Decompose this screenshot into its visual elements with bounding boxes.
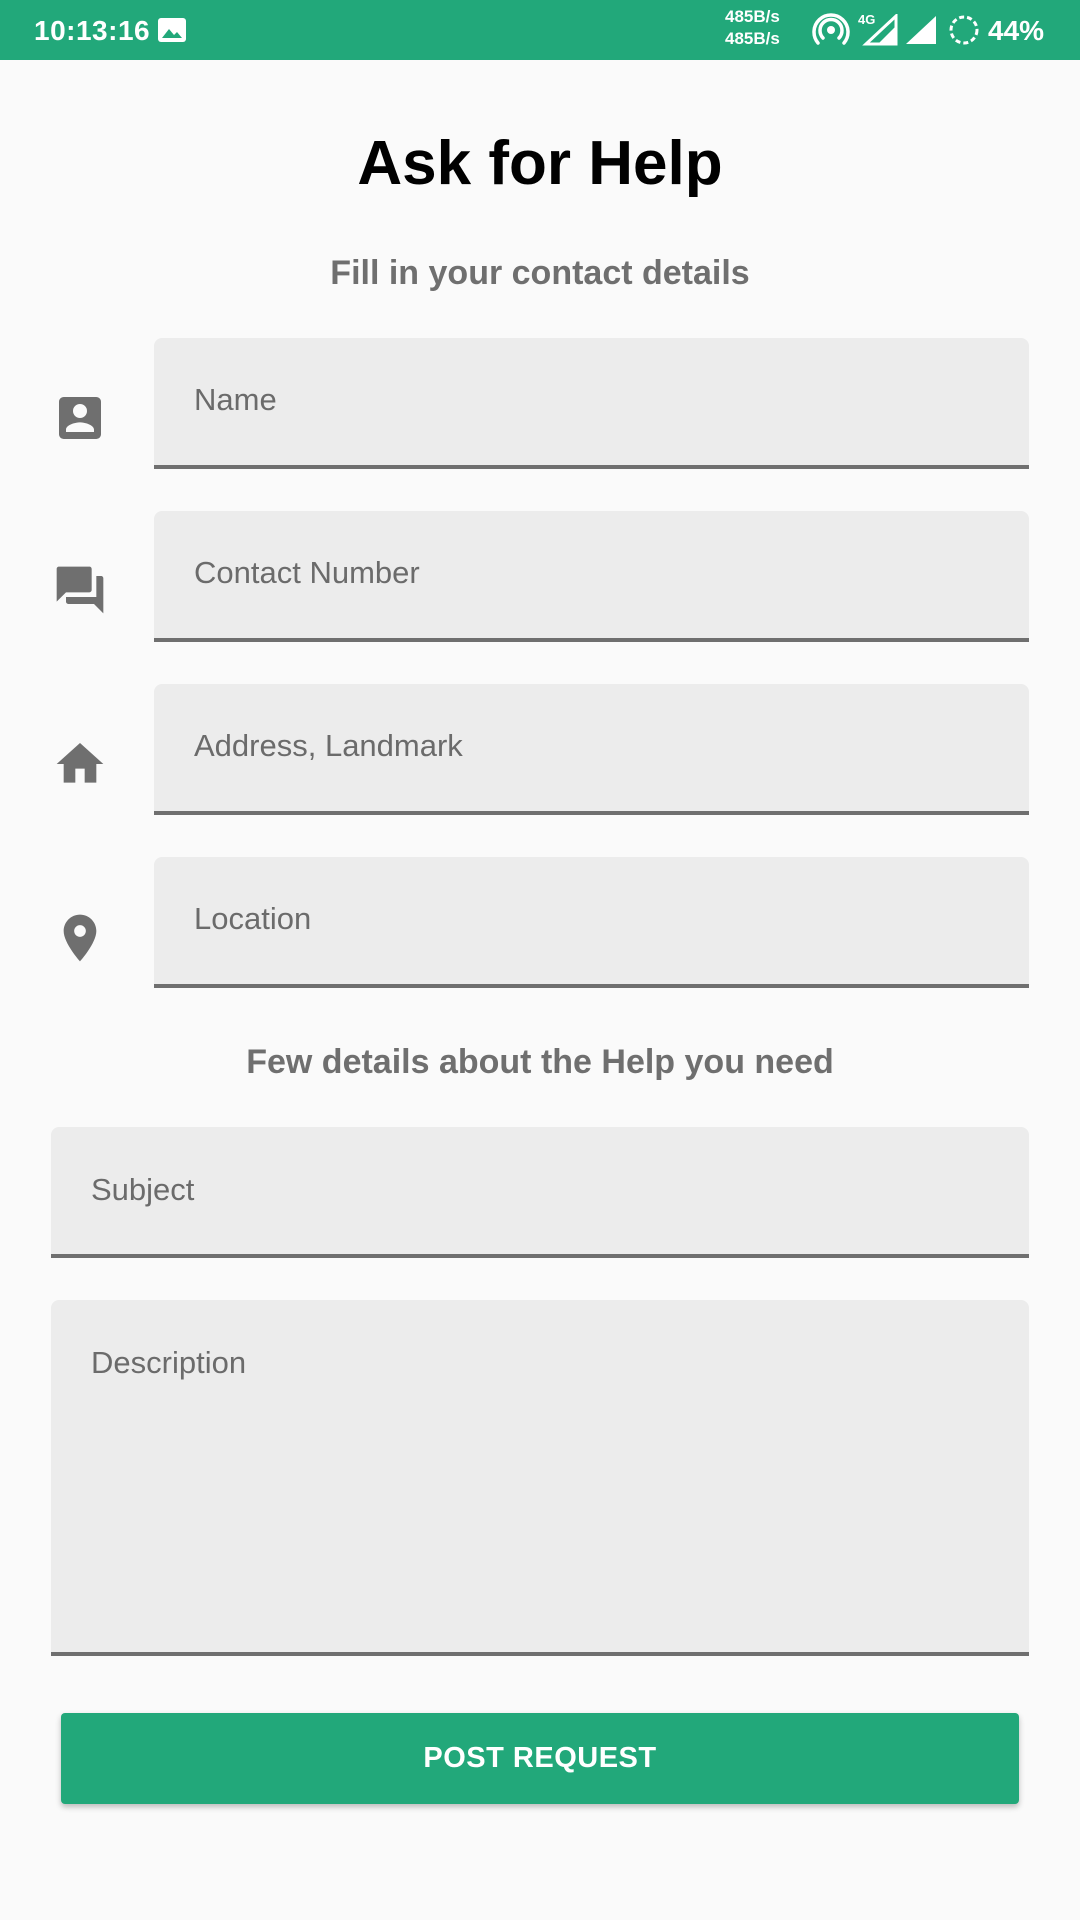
status-time: 10:13:16 <box>34 15 151 46</box>
post-request-button[interactable]: POST REQUEST <box>61 1713 1019 1804</box>
subject-field[interactable]: Subject <box>51 1127 1029 1258</box>
name-field-label: Name <box>194 382 277 417</box>
help-details-subtitle: Few details about the Help you need <box>246 1043 834 1081</box>
address-field-label: Address, Landmark <box>194 728 463 763</box>
location-field[interactable]: Location <box>154 857 1029 988</box>
battery-icon <box>948 14 980 46</box>
description-field[interactable]: Description <box>51 1300 1029 1656</box>
network-speed-up: 485B/s <box>725 7 780 26</box>
network-speed: 485B/s 485B/s <box>725 6 780 50</box>
subject-field-label: Subject <box>91 1172 195 1207</box>
forum-icon <box>52 562 108 618</box>
status-bar: 10:13:16 485B/s 485B/s 4G 44% <box>0 0 1080 60</box>
address-field[interactable]: Address, Landmark <box>154 684 1029 815</box>
account-box-icon <box>52 390 108 446</box>
name-field[interactable]: Name <box>154 338 1029 469</box>
hotspot-icon <box>812 12 850 48</box>
page-title: Ask for Help <box>357 129 723 198</box>
place-icon <box>52 910 108 966</box>
contact-number-field-label: Contact Number <box>194 555 420 590</box>
description-field-label: Description <box>91 1345 247 1380</box>
home-icon <box>52 736 108 792</box>
battery-percentage: 44% <box>988 15 1045 46</box>
network-speed-down: 485B/s <box>725 29 780 48</box>
signal-strength-icon <box>902 14 938 46</box>
image-notification-icon <box>157 17 187 43</box>
network-type-label: 4G <box>858 12 876 27</box>
contact-number-field[interactable]: Contact Number <box>154 511 1029 642</box>
location-field-label: Location <box>194 901 312 936</box>
contact-details-subtitle: Fill in your contact details <box>330 254 750 292</box>
